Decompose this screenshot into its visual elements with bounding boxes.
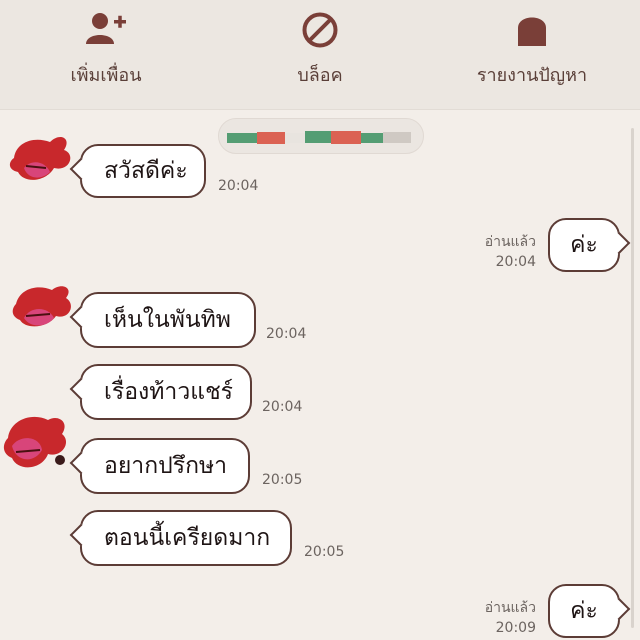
message-text: ตอนนี้เครียดมาก: [104, 525, 271, 551]
message-bubble[interactable]: เรื่องท้าวแชร์: [80, 364, 252, 420]
block-icon: [298, 8, 342, 52]
message-text: อยากปรึกษา: [104, 453, 228, 479]
message-text: สวัสดีค่ะ: [104, 158, 188, 184]
date-divider: [218, 118, 424, 154]
add-friend-button[interactable]: เพิ่มเพื่อน: [6, 8, 206, 104]
message-bubble[interactable]: ค่ะ: [548, 218, 620, 272]
avatar[interactable]: [6, 128, 80, 192]
avatar[interactable]: [2, 408, 76, 472]
message-text: เห็นในพันทิพ: [104, 307, 231, 333]
report-label: รายงานปัญหา: [476, 65, 588, 86]
message-meta: อ่านแล้ว 20:09: [466, 598, 536, 638]
message-bubble[interactable]: ตอนนี้เครียดมาก: [80, 510, 292, 566]
message-time: 20:09: [495, 620, 536, 636]
message-text: ค่ะ: [570, 598, 598, 624]
message-bubble[interactable]: เห็นในพันทิพ: [80, 292, 256, 348]
read-receipt: อ่านแล้ว: [484, 234, 536, 250]
message-bubble[interactable]: ค่ะ: [548, 584, 620, 638]
message-time: 20:04: [218, 178, 259, 194]
message-time: 20:04: [495, 254, 536, 270]
report-button[interactable]: รายงานปัญหา: [432, 8, 632, 104]
read-receipt: อ่านแล้ว: [484, 600, 536, 616]
message-time: 20:05: [262, 472, 303, 488]
block-button[interactable]: บล็อค: [220, 8, 420, 104]
message-text: ค่ะ: [570, 232, 598, 258]
avatar[interactable]: [8, 276, 82, 340]
add-friend-label: เพิ่มเพื่อน: [70, 65, 142, 86]
scrollbar[interactable]: [631, 128, 634, 628]
message-time: 20:04: [266, 326, 307, 342]
message-text: เรื่องท้าวแชร์: [104, 379, 234, 405]
report-icon: [510, 8, 554, 52]
chat-action-bar: เพิ่มเพื่อน บล็อค รายงานปัญหา: [0, 0, 640, 110]
chat-area[interactable]: สวัสดีค่ะ 20:04 อ่านแล้ว 20:04 ค่ะ เห็นใ…: [0, 110, 640, 640]
message-time: 20:05: [304, 544, 345, 560]
message-bubble[interactable]: สวัสดีค่ะ: [80, 144, 206, 198]
block-label: บล็อค: [297, 65, 343, 86]
message-bubble[interactable]: อยากปรึกษา: [80, 438, 250, 494]
message-time: 20:04: [262, 399, 303, 415]
add-friend-icon: [84, 8, 128, 52]
message-meta: อ่านแล้ว 20:04: [466, 232, 536, 272]
